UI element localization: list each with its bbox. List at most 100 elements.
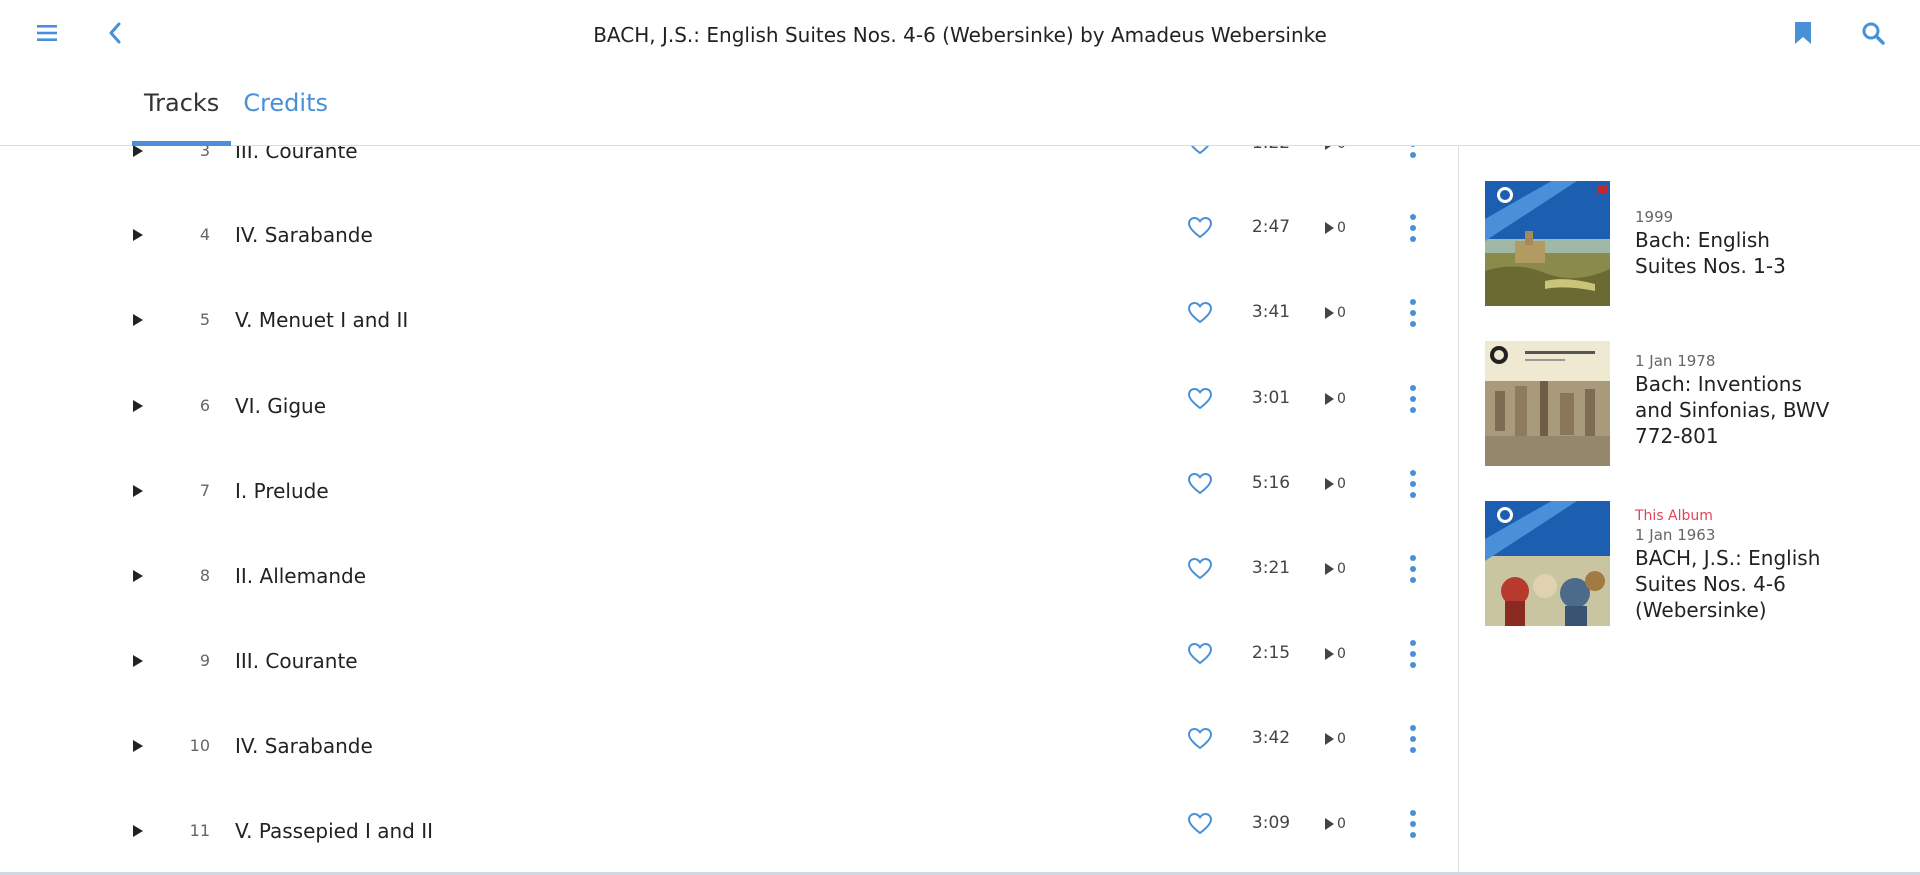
- play-icon[interactable]: [126, 734, 150, 758]
- search-icon[interactable]: [1853, 13, 1893, 53]
- track-duration: 3:21: [1251, 557, 1291, 578]
- header-bar: BACH, J.S.: English Suites Nos. 4-6 (Web…: [0, 0, 1920, 146]
- play-count: 0: [1325, 644, 1375, 664]
- track-row[interactable]: 6 VI. Gigue 3:01 0: [0, 363, 1458, 448]
- play-count: 0: [1325, 559, 1375, 579]
- more-vertical-icon[interactable]: [1398, 721, 1428, 757]
- album-date: 1 Jan 1963: [1635, 526, 1716, 544]
- play-count-icon: [1325, 392, 1334, 405]
- track-title[interactable]: V. Passepied I and II: [235, 817, 1135, 845]
- heart-outline-icon[interactable]: [1186, 470, 1214, 498]
- album-cover[interactable]: [1485, 181, 1610, 306]
- track-title[interactable]: V. Menuet I and II: [235, 306, 1135, 334]
- play-count-value: 0: [1337, 219, 1346, 236]
- track-duration: 3:41: [1251, 301, 1291, 322]
- more-vertical-icon[interactable]: [1398, 295, 1428, 331]
- album-info: This Album 1 Jan 1963 BACH, J.S.: Englis…: [1635, 501, 1835, 623]
- track-number: 6: [199, 395, 210, 415]
- track-number: 9: [199, 650, 210, 670]
- more-vertical-icon[interactable]: [1398, 806, 1428, 842]
- track-number: 11: [189, 820, 210, 840]
- track-row[interactable]: 9 III. Courante 2:15 0: [0, 618, 1458, 703]
- more-vertical-icon[interactable]: [1398, 466, 1428, 502]
- tab-bar: Tracks Credits: [132, 78, 340, 146]
- play-icon[interactable]: [126, 649, 150, 673]
- related-album-item[interactable]: 1 Jan 1978 Bach: Inventions and Sinfonia…: [1485, 341, 1905, 467]
- more-vertical-icon[interactable]: [1398, 381, 1428, 417]
- play-icon[interactable]: [126, 223, 150, 247]
- album-date: 1 Jan 1978: [1635, 352, 1716, 370]
- album-title[interactable]: BACH, J.S.: English Suites Nos. 4-6 (Web…: [1635, 545, 1835, 623]
- track-number: 4: [199, 224, 210, 244]
- track-duration: 2:47: [1251, 216, 1291, 237]
- play-icon[interactable]: [126, 308, 150, 332]
- related-albums-panel[interactable]: 1999 Bach: English Suites Nos. 1-3 1 Jan…: [1458, 115, 1920, 873]
- related-album-item[interactable]: 1999 Bach: English Suites Nos. 1-3: [1485, 181, 1905, 307]
- track-number: 10: [189, 735, 210, 755]
- page-title: BACH, J.S.: English Suites Nos. 4-6 (Web…: [593, 23, 1327, 47]
- track-title[interactable]: III. Courante: [235, 647, 1135, 675]
- play-count: 0: [1325, 218, 1375, 238]
- menu-icon[interactable]: [27, 13, 67, 53]
- track-number: 7: [199, 480, 210, 500]
- play-count: 0: [1325, 814, 1375, 834]
- this-album-label: This Album: [1635, 508, 1713, 524]
- album-info: 1 Jan 1978 Bach: Inventions and Sinfonia…: [1635, 341, 1835, 449]
- play-count-value: 0: [1337, 560, 1346, 577]
- play-count: 0: [1325, 303, 1375, 323]
- track-title[interactable]: IV. Sarabande: [235, 221, 1135, 249]
- play-count-icon: [1325, 562, 1334, 575]
- track-number: 5: [199, 309, 210, 329]
- related-album-item-current[interactable]: This Album 1 Jan 1963 BACH, J.S.: Englis…: [1485, 501, 1905, 627]
- more-vertical-icon[interactable]: [1398, 636, 1428, 672]
- play-count-icon: [1325, 477, 1334, 490]
- track-row[interactable]: 10 IV. Sarabande 3:42 0: [0, 703, 1458, 788]
- tab-tracks[interactable]: Tracks: [132, 78, 232, 146]
- bookmark-icon[interactable]: [1783, 13, 1823, 53]
- track-title[interactable]: VI. Gigue: [235, 392, 1135, 420]
- play-icon[interactable]: [126, 819, 150, 843]
- heart-outline-icon[interactable]: [1186, 555, 1214, 583]
- play-count-icon: [1325, 306, 1334, 319]
- track-row[interactable]: 5 V. Menuet I and II 3:41 0: [0, 277, 1458, 362]
- back-chevron-icon[interactable]: [95, 13, 135, 53]
- track-row[interactable]: 4 IV. Sarabande 2:47 0: [0, 192, 1458, 277]
- track-title[interactable]: II. Allemande: [235, 562, 1135, 590]
- heart-outline-icon[interactable]: [1186, 640, 1214, 668]
- more-vertical-icon[interactable]: [1398, 210, 1428, 246]
- play-count-icon: [1325, 647, 1334, 660]
- play-count: 0: [1325, 729, 1375, 749]
- play-count: 0: [1325, 389, 1375, 409]
- heart-outline-icon[interactable]: [1186, 214, 1214, 242]
- play-count-value: 0: [1337, 390, 1346, 407]
- track-title[interactable]: IV. Sarabande: [235, 732, 1135, 760]
- album-title[interactable]: Bach: English Suites Nos. 1-3: [1635, 227, 1835, 279]
- track-row[interactable]: 8 II. Allemande 3:21 0: [0, 533, 1458, 618]
- play-count-value: 0: [1337, 475, 1346, 492]
- tab-credits[interactable]: Credits: [231, 78, 340, 145]
- heart-outline-icon[interactable]: [1186, 725, 1214, 753]
- track-duration: 2:15: [1251, 642, 1291, 663]
- track-row[interactable]: 11 V. Passepied I and II 3:09 0: [0, 788, 1458, 873]
- play-icon[interactable]: [126, 394, 150, 418]
- track-duration: 3:09: [1251, 812, 1291, 833]
- track-duration: 3:01: [1251, 387, 1291, 408]
- album-cover[interactable]: [1485, 341, 1610, 466]
- play-count-icon: [1325, 817, 1334, 830]
- play-count-icon: [1325, 221, 1334, 234]
- track-list[interactable]: 3 III. Courante 1:22 0 4 IV. Sarabande 2…: [0, 115, 1458, 873]
- heart-outline-icon[interactable]: [1186, 810, 1214, 838]
- more-vertical-icon[interactable]: [1398, 551, 1428, 587]
- play-count-value: 0: [1337, 815, 1346, 832]
- album-info: 1999 Bach: English Suites Nos. 1-3: [1635, 181, 1835, 279]
- play-icon[interactable]: [126, 564, 150, 588]
- play-count-icon: [1325, 732, 1334, 745]
- play-icon[interactable]: [126, 479, 150, 503]
- track-title[interactable]: I. Prelude: [235, 477, 1135, 505]
- album-cover[interactable]: [1485, 501, 1610, 626]
- track-row[interactable]: 7 I. Prelude 5:16 0: [0, 448, 1458, 533]
- track-number: 8: [199, 565, 210, 585]
- heart-outline-icon[interactable]: [1186, 385, 1214, 413]
- album-title[interactable]: Bach: Inventions and Sinfonias, BWV 772-…: [1635, 371, 1835, 449]
- heart-outline-icon[interactable]: [1186, 299, 1214, 327]
